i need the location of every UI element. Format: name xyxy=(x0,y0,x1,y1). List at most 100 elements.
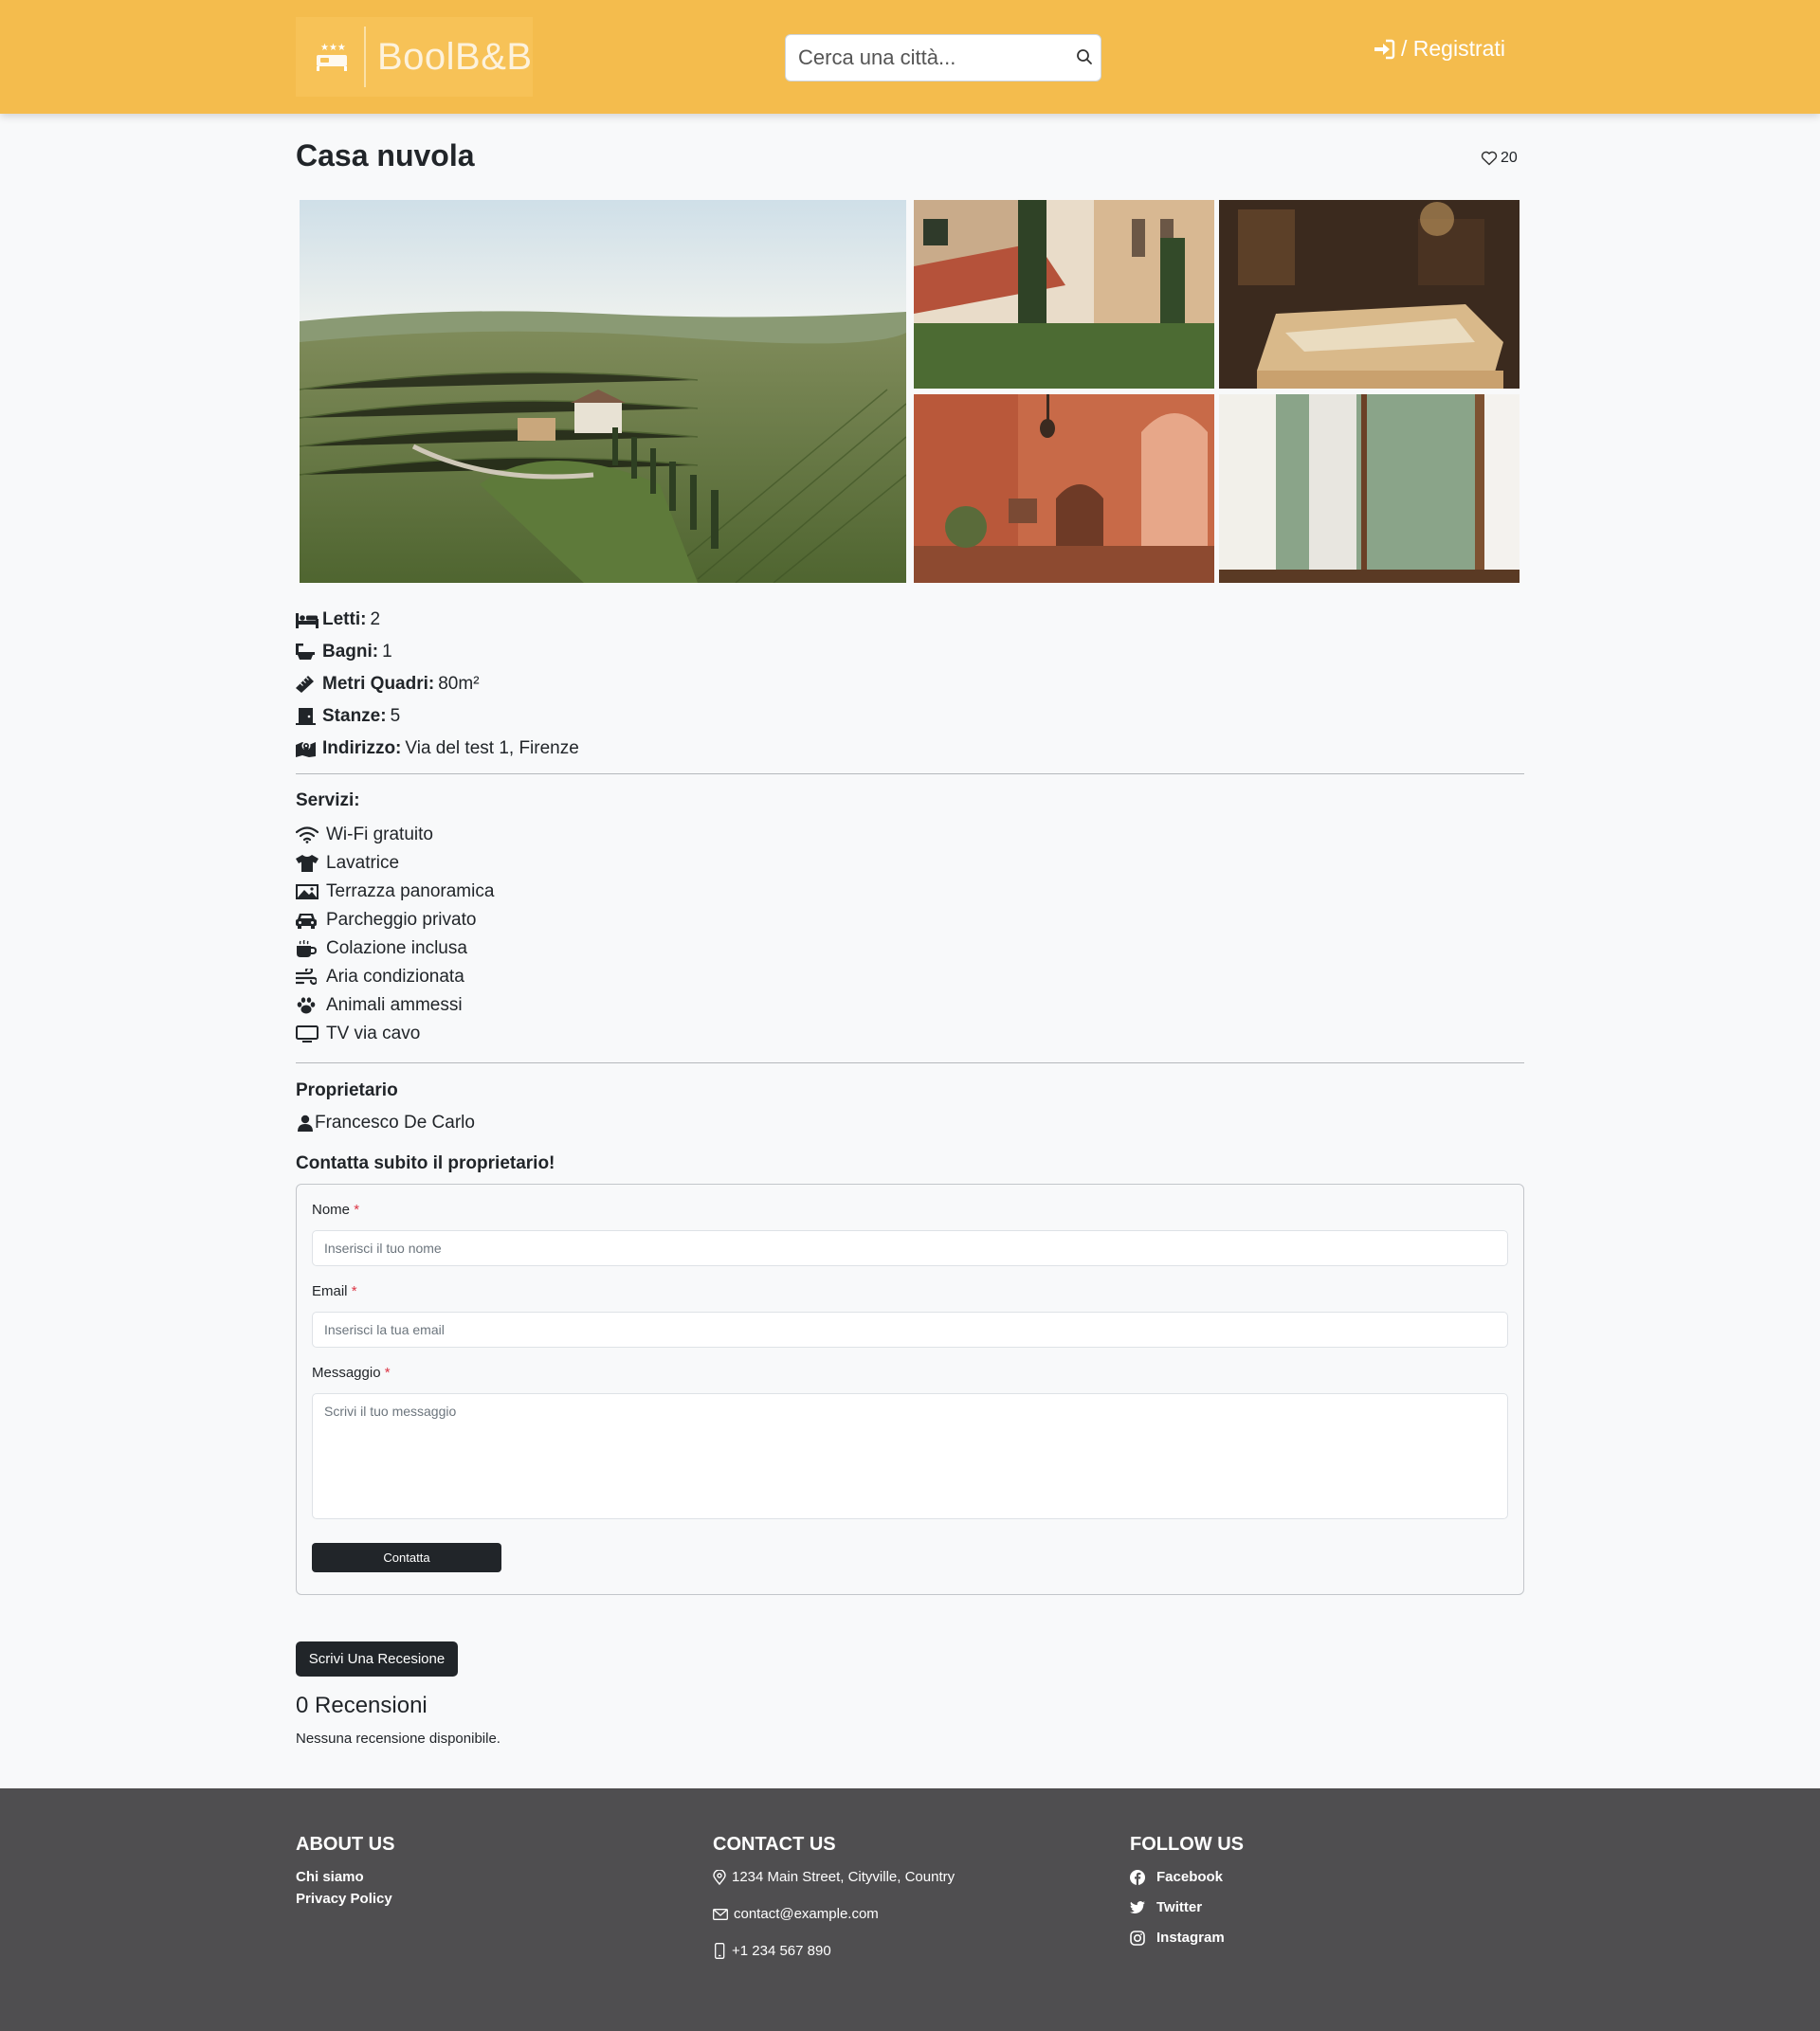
heart-icon xyxy=(1481,151,1498,166)
hotel-icon: ★★★ xyxy=(307,32,356,82)
login-register-link[interactable]: / Registrati xyxy=(1373,36,1505,62)
wind-icon xyxy=(296,969,320,986)
message-textarea[interactable] xyxy=(312,1393,1508,1519)
location-pin-icon xyxy=(713,1869,726,1885)
bath-icon xyxy=(296,644,318,661)
ruler-icon xyxy=(296,676,318,693)
footer-contact: CONTACT US 1234 Main Street, Cityville, … xyxy=(713,1834,955,1980)
message-label-text: Messaggio xyxy=(312,1365,381,1381)
wifi-icon xyxy=(296,826,320,843)
footer-phone-text: +1 234 567 890 xyxy=(732,1943,831,1959)
email-label: Email * xyxy=(312,1283,357,1299)
required-mark: * xyxy=(351,1283,357,1299)
paw-icon xyxy=(296,997,320,1014)
services-title: Servizi: xyxy=(296,790,360,810)
detail-rooms: Stanze: 5 xyxy=(296,700,579,733)
required-mark: * xyxy=(384,1365,391,1381)
property-title: Casa nuvola xyxy=(296,138,475,172)
city-search[interactable] xyxy=(785,34,1101,82)
detail-value: Via del test 1, Firenze xyxy=(405,738,579,758)
footer-email[interactable]: contact@example.com xyxy=(713,1906,955,1922)
detail-square-meters: Metri Quadri: 80m² xyxy=(296,668,579,700)
footer-email-text: contact@example.com xyxy=(734,1906,879,1922)
tv-icon xyxy=(296,1025,320,1043)
footer-about-title: ABOUT US xyxy=(296,1834,395,1855)
email-input[interactable] xyxy=(312,1312,1508,1348)
service-label: Aria condizionata xyxy=(326,967,464,987)
social-instagram[interactable]: Instagram xyxy=(1130,1930,1244,1946)
envelope-icon xyxy=(713,1908,728,1920)
detail-label: Stanze: xyxy=(322,706,387,726)
phone-icon xyxy=(715,1943,725,1959)
owner-title: Proprietario xyxy=(296,1080,398,1100)
footer-contact-title: CONTACT US xyxy=(713,1834,836,1855)
photo-window-curtains[interactable] xyxy=(1219,394,1520,583)
site-footer: ABOUT US Chi siamo Privacy Policy CONTAC… xyxy=(0,1788,1820,2031)
email-label-text: Email xyxy=(312,1283,348,1299)
search-icon[interactable] xyxy=(1076,48,1093,70)
facebook-label: Facebook xyxy=(1156,1869,1224,1885)
map-icon xyxy=(296,740,318,757)
detail-label: Bagni: xyxy=(322,642,379,662)
contact-title: Contatta subito il proprietario! xyxy=(296,1153,555,1173)
search-input[interactable] xyxy=(786,45,1051,70)
footer-follow-title: FOLLOW US xyxy=(1130,1834,1244,1855)
footer-link-about[interactable]: Chi siamo xyxy=(296,1869,394,1885)
name-input[interactable] xyxy=(312,1230,1508,1266)
social-twitter[interactable]: Twitter xyxy=(1130,1899,1244,1915)
divider xyxy=(296,1062,1524,1063)
owner-name: Francesco De Carlo xyxy=(315,1113,475,1133)
twitter-label: Twitter xyxy=(1156,1899,1203,1915)
brand-logo[interactable]: ★★★ BoolB&B xyxy=(296,17,533,97)
detail-label: Indirizzo: xyxy=(322,738,402,758)
divider xyxy=(296,773,1524,774)
sign-in-icon xyxy=(1374,39,1395,59)
logo-divider xyxy=(364,27,366,87)
service-label: Parcheggio privato xyxy=(326,910,477,930)
coffee-icon xyxy=(296,940,320,957)
service-item: Parcheggio privato xyxy=(296,906,494,934)
photo-gallery xyxy=(300,200,1520,583)
contact-form: Nome * Email * Messaggio * Contatta xyxy=(296,1184,1524,1595)
detail-value: 80m² xyxy=(438,674,480,694)
footer-address: 1234 Main Street, Cityville, Country xyxy=(713,1869,955,1885)
instagram-label: Instagram xyxy=(1156,1930,1225,1946)
service-label: Animali ammessi xyxy=(326,995,463,1015)
detail-baths: Bagni: 1 xyxy=(296,636,579,668)
svg-text:★★★: ★★★ xyxy=(320,43,346,53)
likes-counter[interactable]: 20 xyxy=(1481,150,1518,167)
shirt-icon xyxy=(296,855,320,872)
footer-follow: FOLLOW US Facebook Twitter Instagram xyxy=(1130,1834,1244,1960)
social-facebook[interactable]: Facebook xyxy=(1130,1869,1244,1885)
service-item: Terrazza panoramica xyxy=(296,878,494,906)
likes-count: 20 xyxy=(1501,150,1518,166)
bed-icon xyxy=(296,611,318,628)
service-item: Animali ammessi xyxy=(296,991,494,1020)
owner-name-row: Francesco De Carlo xyxy=(296,1113,475,1133)
panorama-icon xyxy=(296,883,320,900)
detail-value: 2 xyxy=(370,609,381,629)
detail-label: Letti: xyxy=(322,609,367,629)
contact-submit-button[interactable]: Contatta xyxy=(312,1543,501,1572)
twitter-icon xyxy=(1130,1900,1145,1913)
service-item: Wi-Fi gratuito xyxy=(296,821,494,849)
detail-value: 1 xyxy=(382,642,392,662)
reviews-empty-text: Nessuna recensione disponibile. xyxy=(296,1731,500,1747)
photo-terracotta-hall[interactable] xyxy=(914,394,1214,583)
property-details: Letti: 2 Bagni: 1 Metri Quadri: 80m² Sta… xyxy=(296,604,579,765)
site-header: ★★★ BoolB&B / Registrati xyxy=(0,0,1820,114)
photo-villa-exterior[interactable] xyxy=(914,200,1214,389)
footer-phone[interactable]: +1 234 567 890 xyxy=(713,1943,955,1959)
detail-value: 5 xyxy=(390,706,401,726)
main-photo-vineyard[interactable] xyxy=(300,200,906,583)
footer-address-text: 1234 Main Street, Cityville, Country xyxy=(732,1869,956,1885)
write-review-button[interactable]: Scrivi Una Recesione xyxy=(296,1641,458,1677)
footer-about: ABOUT US Chi siamo Privacy Policy xyxy=(296,1834,394,1913)
user-icon xyxy=(298,1115,313,1132)
service-label: Terrazza panoramica xyxy=(326,881,495,901)
photo-harpsichord-room[interactable] xyxy=(1219,200,1520,389)
services-list: Wi-Fi gratuito Lavatrice Terrazza panora… xyxy=(296,821,494,1048)
footer-link-privacy[interactable]: Privacy Policy xyxy=(296,1891,394,1907)
service-item: Aria condizionata xyxy=(296,963,494,991)
service-item: Colazione inclusa xyxy=(296,934,494,963)
